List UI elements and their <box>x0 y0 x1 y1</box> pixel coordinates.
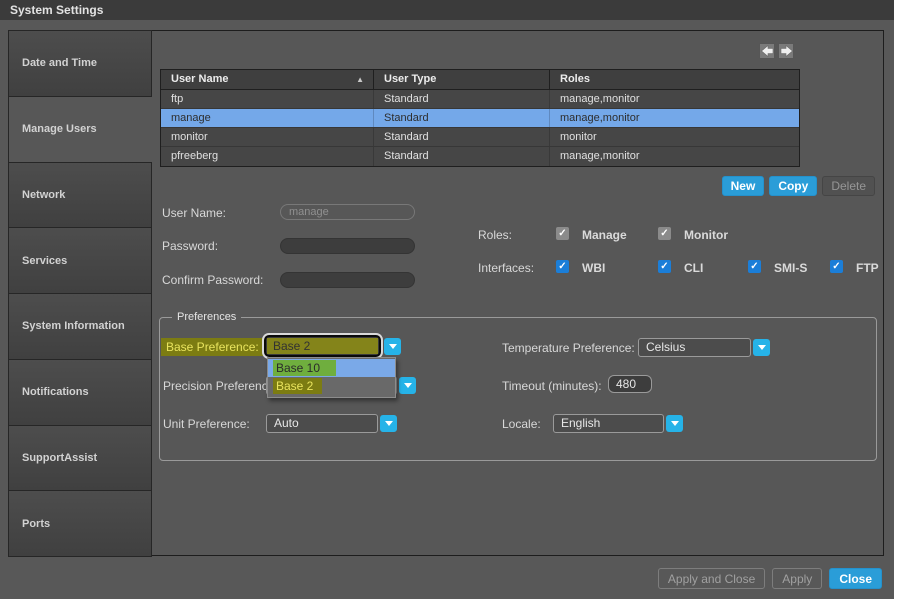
preferences-legend: Preferences <box>172 311 241 323</box>
users-table-header: User Name▲ User Type Roles <box>161 70 799 90</box>
users-table: User Name▲ User Type Roles ftp Standard … <box>160 69 800 167</box>
dropdown-option-base-10[interactable]: Base 10 <box>268 359 395 377</box>
copy-button[interactable]: Copy <box>769 176 817 196</box>
dialog-titlebar: System Settings <box>0 0 894 20</box>
unit-preference-dropdown-button[interactable] <box>380 415 397 432</box>
interface-checkbox-cli-label: CLI <box>684 261 703 275</box>
sidebar-item-system-information[interactable]: System Information <box>8 293 152 360</box>
base-preference-dropdown-button[interactable] <box>384 338 401 355</box>
chevron-down-icon <box>404 383 412 388</box>
roles-label: Roles: <box>478 228 512 242</box>
check-icon: ✓ <box>660 227 668 240</box>
role-checkbox-monitor-label: Monitor <box>684 228 728 242</box>
arrow-left-icon <box>761 45 774 57</box>
sidebar-item-ports[interactable]: Ports <box>8 490 152 557</box>
interface-checkbox-cli[interactable]: ✓ <box>658 260 671 273</box>
system-settings-dialog: System Settings Date and Time Manage Use… <box>0 0 894 599</box>
base-preference-select[interactable]: Base 2 <box>264 335 381 357</box>
role-checkbox-manage-label: Manage <box>582 228 627 242</box>
delete-button: Delete <box>822 176 875 196</box>
table-row[interactable]: monitor Standard monitor <box>161 128 799 147</box>
column-header-user-type[interactable]: User Type <box>374 70 550 89</box>
dialog-footer-buttons: Apply and Close Apply Close <box>658 568 882 589</box>
check-icon: ✓ <box>558 260 566 273</box>
table-action-buttons: New Copy Delete <box>600 176 875 196</box>
check-icon: ✓ <box>832 260 840 273</box>
base-preference-dropdown-list: Base 10 Base 2 <box>267 357 396 398</box>
username-label: User Name: <box>162 206 226 220</box>
timeout-field[interactable] <box>608 375 652 393</box>
temperature-preference-select[interactable]: Celsius <box>638 338 751 357</box>
table-row[interactable]: pfreeberg Standard manage,monitor <box>161 147 799 166</box>
sidebar-item-manage-users[interactable]: Manage Users <box>8 96 152 163</box>
chevron-down-icon <box>758 345 766 350</box>
sort-ascending-icon: ▲ <box>356 70 364 90</box>
locale-dropdown-button[interactable] <box>666 415 683 432</box>
temperature-preference-dropdown-button[interactable] <box>753 339 770 356</box>
base-preference-label: Base Preference: <box>161 338 264 356</box>
role-checkbox-monitor: ✓ <box>658 227 671 240</box>
unit-preference-label: Unit Preference: <box>163 417 250 431</box>
timeout-label: Timeout (minutes): <box>502 379 602 393</box>
chevron-down-icon <box>385 421 393 426</box>
role-checkbox-manage: ✓ <box>556 227 569 240</box>
check-icon: ✓ <box>558 227 566 240</box>
dropdown-option-base-2[interactable]: Base 2 <box>268 377 395 395</box>
chevron-down-icon <box>671 421 679 426</box>
sidebar-item-services[interactable]: Services <box>8 227 152 294</box>
screen: System Settings Date and Time Manage Use… <box>0 0 901 599</box>
sidebar-item-supportassist[interactable]: SupportAssist <box>8 425 152 492</box>
chevron-down-icon <box>389 344 397 349</box>
nav-left-button[interactable] <box>759 43 775 59</box>
precision-preference-dropdown-button[interactable] <box>399 377 416 394</box>
table-pager <box>759 43 794 59</box>
sidebar-item-network[interactable]: Network <box>8 162 152 229</box>
interface-checkbox-wbi[interactable]: ✓ <box>556 260 569 273</box>
nav-right-button[interactable] <box>778 43 794 59</box>
new-button[interactable]: New <box>722 176 765 196</box>
password-field[interactable] <box>280 238 415 254</box>
confirm-password-field[interactable] <box>280 272 415 288</box>
apply-and-close-button: Apply and Close <box>658 568 765 589</box>
table-row[interactable]: ftp Standard manage,monitor <box>161 90 799 109</box>
unit-preference-select[interactable]: Auto <box>266 414 378 433</box>
password-label: Password: <box>162 239 218 253</box>
sidebar-item-date-and-time[interactable]: Date and Time <box>8 30 152 97</box>
locale-label: Locale: <box>502 417 541 431</box>
column-header-roles[interactable]: Roles <box>550 70 799 89</box>
dialog-title: System Settings <box>10 0 103 20</box>
interface-checkbox-smis[interactable]: ✓ <box>748 260 761 273</box>
interface-checkbox-ftp-label: FTP <box>856 261 879 275</box>
table-row-selected[interactable]: manage Standard manage,monitor <box>161 109 799 128</box>
temperature-preference-label: Temperature Preference: <box>502 341 635 355</box>
check-icon: ✓ <box>750 260 758 273</box>
interface-checkbox-smis-label: SMI-S <box>774 261 807 275</box>
close-button[interactable]: Close <box>829 568 882 589</box>
apply-button: Apply <box>772 568 822 589</box>
precision-preference-label: Precision Preference: <box>163 379 278 393</box>
column-header-user-name[interactable]: User Name▲ <box>161 70 374 89</box>
interfaces-label: Interfaces: <box>478 261 534 275</box>
interface-checkbox-wbi-label: WBI <box>582 261 605 275</box>
interface-checkbox-ftp[interactable]: ✓ <box>830 260 843 273</box>
arrow-right-icon <box>780 45 793 57</box>
username-field <box>280 204 415 220</box>
sidebar-item-notifications[interactable]: Notifications <box>8 359 152 426</box>
settings-sidebar: Date and Time Manage Users Network Servi… <box>8 30 152 557</box>
check-icon: ✓ <box>660 260 668 273</box>
locale-select[interactable]: English <box>553 414 664 433</box>
confirm-password-label: Confirm Password: <box>162 273 263 287</box>
